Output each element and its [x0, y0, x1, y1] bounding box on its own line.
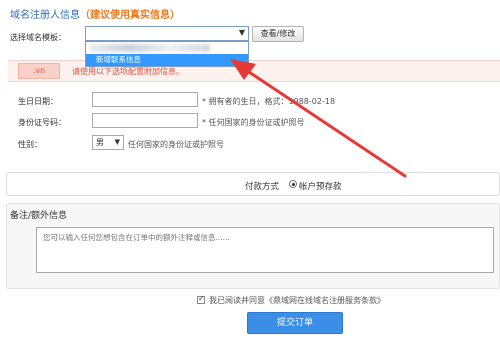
template-select-label: 选择域名模板：	[10, 33, 66, 42]
notes-title: 备注/额外信息	[10, 211, 68, 221]
annotation-arrow-icon	[230, 59, 407, 178]
chevron-down-icon: ▼	[238, 28, 245, 37]
id-number-hint: * 任何国家的身份证或护照号	[202, 118, 305, 127]
payment-radio[interactable]	[289, 180, 297, 188]
notice-text: 请使用以下选项配置附加信息。	[72, 67, 184, 76]
birthday-label: 生日日期：	[18, 97, 58, 106]
registrant-title-hint: （建议使用真实信息）	[80, 10, 180, 21]
notes-textarea[interactable]: 您可以输入任何您想包含在订单中的额外注释或信息......	[36, 227, 494, 273]
gender-select[interactable]: 男 ▼	[92, 135, 124, 150]
domain-badge: .vn	[18, 63, 60, 79]
id-number-input[interactable]	[92, 113, 198, 128]
dropdown-option-existing[interactable]	[86, 42, 248, 54]
view-edit-button[interactable]: 查看/修改	[252, 26, 304, 42]
id-number-label: 身份证号码：	[18, 118, 66, 127]
notes-placeholder: 您可以输入任何您想包含在订单中的额外注释或信息......	[43, 233, 230, 242]
dropdown-option-new-contact[interactable]: 新增联系信息	[86, 54, 248, 66]
agree-checkbox[interactable]	[197, 294, 205, 304]
submit-order-button[interactable]: 提交订单	[247, 312, 343, 334]
blurred-contact-text	[90, 44, 210, 52]
registrant-title: 域名注册人信息	[10, 10, 80, 21]
birthday-input[interactable]	[92, 92, 198, 107]
gender-hint: 任何国家的身份证或护照号	[128, 140, 224, 149]
payment-method-label: 付款方式	[245, 182, 280, 192]
registrant-section-title: 域名注册人信息（建议使用真实信息）	[10, 6, 180, 21]
template-dropdown-list[interactable]: 新增联系信息	[85, 41, 249, 67]
agreement-text[interactable]: 我已阅读并同意《鼎域网在线域名注册服务条款》	[209, 295, 385, 306]
chevron-down-icon: ▼	[114, 138, 120, 146]
payment-option-label[interactable]: 帐户预存款	[299, 180, 342, 192]
template-select[interactable]: ▼	[85, 26, 249, 41]
birthday-hint: * 拥有者的生日，格式：1988-02-18	[202, 97, 336, 106]
gender-selected-value: 男	[96, 138, 104, 147]
gender-label: 性别：	[18, 140, 42, 149]
